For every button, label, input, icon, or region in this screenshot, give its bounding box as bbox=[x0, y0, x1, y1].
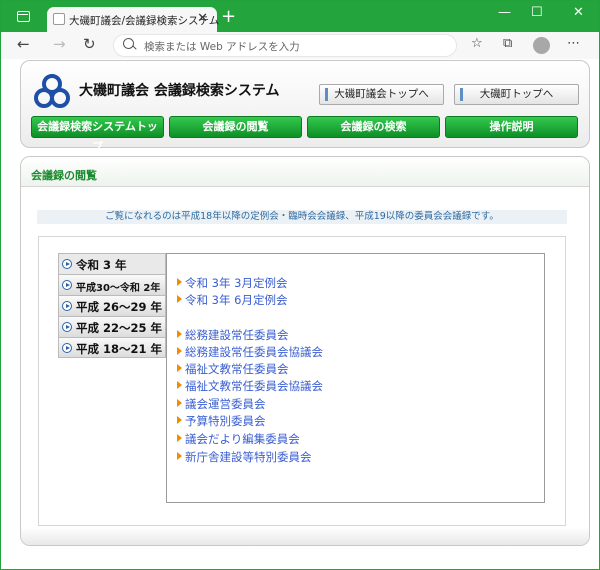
year-label: 平成 26～29 年 bbox=[76, 300, 163, 314]
maximize-icon[interactable]: ☐ bbox=[531, 5, 543, 20]
profile-avatar[interactable] bbox=[533, 37, 550, 54]
bullet-arrow-icon bbox=[177, 364, 182, 372]
back-icon[interactable]: ← bbox=[17, 35, 30, 53]
year-tab-reiwa3[interactable]: 令和 3 年 bbox=[58, 253, 166, 274]
link-marker-icon bbox=[325, 88, 328, 101]
bullet-arrow-icon bbox=[177, 399, 182, 407]
arrow-circle-icon bbox=[62, 301, 72, 311]
meeting-label: 新庁舎建設等特別委員会 bbox=[185, 450, 312, 464]
arrow-circle-icon bbox=[62, 343, 72, 353]
title-bar: 大磯町議会/会議録検索システム ✕ + — ☐ ✕ bbox=[1, 1, 599, 33]
bullet-arrow-icon bbox=[177, 330, 182, 338]
meeting-label: 総務建設常任委員会協議会 bbox=[185, 345, 323, 359]
council-top-label: 大磯町議会トップへ bbox=[334, 88, 429, 100]
address-bar[interactable]: 検索または Web アドレスを入力 bbox=[113, 34, 457, 57]
year-tab-h30-r2[interactable]: 平成30～令和 2年 bbox=[58, 274, 166, 295]
panel-footer bbox=[21, 527, 589, 545]
town-top-link[interactable]: 大磯町トップへ bbox=[454, 84, 579, 105]
meeting-label: 予算特別委員会 bbox=[185, 414, 266, 428]
council-top-link[interactable]: 大磯町議会トップへ bbox=[319, 84, 444, 105]
bullet-arrow-icon bbox=[177, 347, 182, 355]
meeting-label: 議会だより編集委員会 bbox=[185, 432, 300, 446]
browser-toolbar: ← → ↻ 検索または Web アドレスを入力 ☆ ⧉ ⋯ bbox=[1, 32, 599, 59]
favorites-star-icon[interactable]: ☆ bbox=[471, 36, 483, 51]
town-logo-icon bbox=[34, 74, 70, 108]
nav-system-top-button[interactable]: 会議録検索システムトップ bbox=[31, 116, 164, 153]
meeting-label: 令和 3年 3月定例会 bbox=[185, 276, 288, 290]
new-tab-icon[interactable]: + bbox=[221, 6, 236, 27]
meeting-label: 議会運営委員会 bbox=[185, 397, 266, 411]
meeting-link-committee[interactable]: 新庁舎建設等特別委員会 bbox=[177, 449, 312, 465]
bullet-arrow-icon bbox=[177, 381, 182, 389]
bullet-arrow-icon bbox=[177, 416, 182, 424]
year-label: 令和 3 年 bbox=[76, 258, 127, 272]
tab-close-icon[interactable]: ✕ bbox=[197, 11, 208, 26]
bullet-arrow-icon bbox=[177, 434, 182, 442]
bullet-arrow-icon bbox=[177, 295, 182, 303]
sidebar-toggle-icon[interactable] bbox=[17, 11, 30, 22]
meeting-link-committee[interactable]: 議会運営委員会 bbox=[177, 396, 266, 412]
collections-icon[interactable]: ⧉ bbox=[503, 36, 512, 51]
year-tabs: 令和 3 年 平成30～令和 2年 平成 26～29 年 平成 22～25 年 … bbox=[58, 253, 166, 358]
year-label: 平成30～令和 2年 bbox=[76, 283, 161, 294]
minimize-icon[interactable]: — bbox=[498, 5, 511, 20]
year-label: 平成 22～25 年 bbox=[76, 321, 163, 335]
window-close-icon[interactable]: ✕ bbox=[573, 5, 584, 20]
meeting-label: 福祉文教常任委員会協議会 bbox=[185, 379, 323, 393]
forward-icon[interactable]: → bbox=[53, 35, 66, 53]
meeting-link-committee[interactable]: 総務建設常任委員会 bbox=[177, 327, 289, 343]
arrow-circle-icon bbox=[62, 280, 72, 290]
meeting-label: 令和 3年 6月定例会 bbox=[185, 293, 288, 307]
arrow-circle-icon bbox=[62, 322, 72, 332]
town-top-label: 大磯町トップへ bbox=[479, 88, 554, 100]
address-placeholder: 検索または Web アドレスを入力 bbox=[144, 41, 300, 53]
search-icon bbox=[123, 38, 134, 49]
favicon-icon bbox=[53, 13, 65, 25]
link-marker-icon bbox=[460, 88, 463, 101]
nav-browse-button[interactable]: 会議録の閲覧 bbox=[169, 116, 302, 138]
browser-tab[interactable]: 大磯町議会/会議録検索システム ✕ bbox=[47, 7, 219, 33]
year-tab-h22-25[interactable]: 平成 22～25 年 bbox=[58, 316, 166, 337]
arrow-circle-icon bbox=[62, 259, 72, 269]
meeting-link-committee[interactable]: 福祉文教常任委員会協議会 bbox=[177, 378, 323, 394]
more-menu-icon[interactable]: ⋯ bbox=[567, 36, 580, 51]
bullet-arrow-icon bbox=[177, 452, 182, 460]
meeting-link-plenary[interactable]: 令和 3年 3月定例会 bbox=[177, 275, 287, 291]
meeting-label: 福祉文教常任委員会 bbox=[185, 362, 289, 376]
site-title: 大磯町議会 会議録検索システム bbox=[79, 83, 280, 99]
meeting-link-committee[interactable]: 予算特別委員会 bbox=[177, 413, 266, 429]
meeting-link-plenary[interactable]: 令和 3年 6月定例会 bbox=[177, 292, 287, 308]
refresh-icon[interactable]: ↻ bbox=[83, 35, 96, 53]
meeting-link-committee[interactable]: 議会だより編集委員会 bbox=[177, 431, 300, 447]
nav-search-button[interactable]: 会議録の検索 bbox=[307, 116, 440, 138]
meeting-link-committee[interactable]: 総務建設常任委員会協議会 bbox=[177, 344, 323, 360]
meeting-label: 総務建設常任委員会 bbox=[185, 328, 289, 342]
nav-help-button[interactable]: 操作説明 bbox=[445, 116, 578, 138]
bullet-arrow-icon bbox=[177, 278, 182, 286]
year-tab-h26-29[interactable]: 平成 26～29 年 bbox=[58, 295, 166, 316]
year-tab-h18-21[interactable]: 平成 18～21 年 bbox=[58, 337, 166, 358]
section-header: 会議録の閲覧 bbox=[21, 157, 589, 187]
availability-notice: ご覧になれるのは平成18年以降の定例会・臨時会会議録、平成19以降の委員会会議録… bbox=[37, 210, 567, 224]
section-title: 会議録の閲覧 bbox=[31, 169, 97, 182]
meeting-link-committee[interactable]: 福祉文教常任委員会 bbox=[177, 361, 289, 377]
year-label: 平成 18～21 年 bbox=[76, 342, 163, 356]
